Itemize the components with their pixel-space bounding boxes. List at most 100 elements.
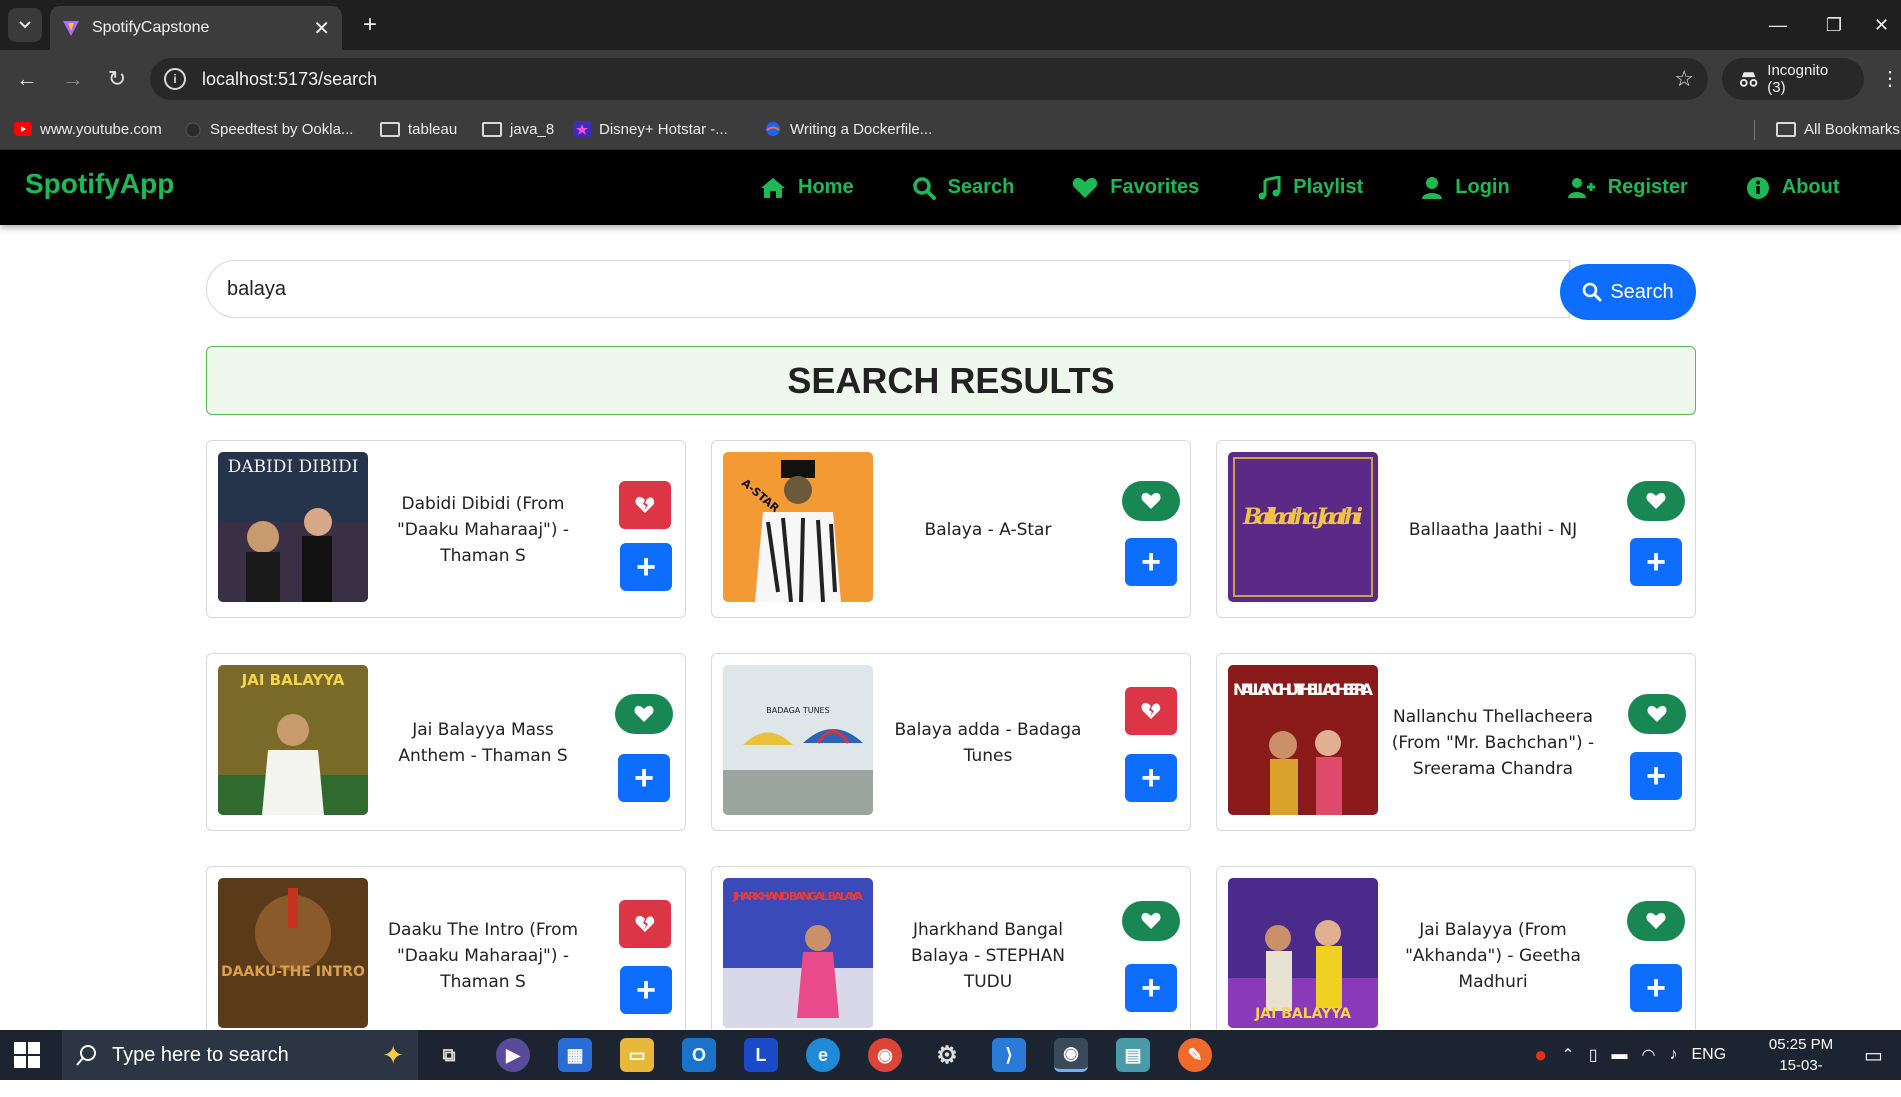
- cover-text: BADAGA TUNES: [766, 706, 829, 715]
- unfavorite-button[interactable]: [619, 900, 671, 948]
- add-to-playlist-button[interactable]: +: [618, 754, 670, 802]
- nav-search[interactable]: Search: [912, 176, 1014, 200]
- wifi-icon[interactable]: ◠: [1642, 1045, 1656, 1065]
- favorite-button[interactable]: [1122, 901, 1180, 941]
- chevron-down-icon: [19, 21, 31, 29]
- vite-favicon-icon: [63, 21, 79, 36]
- incognito-indicator[interactable]: Incognito (3): [1722, 58, 1864, 100]
- bookmark-item[interactable]: www.youtube.com: [14, 116, 162, 142]
- device-icon[interactable]: ▯: [1589, 1045, 1598, 1065]
- album-cover: DABIDI DIBIDI: [218, 452, 368, 602]
- bookmark-item[interactable]: Writing a Dockerfile...: [764, 116, 932, 142]
- add-to-playlist-button[interactable]: +: [1630, 538, 1682, 586]
- favorite-button[interactable]: [1628, 694, 1686, 734]
- outlook-icon[interactable]: O: [682, 1038, 716, 1072]
- volume-icon[interactable]: ♪: [1669, 1046, 1677, 1064]
- add-to-playlist-button[interactable]: +: [1125, 964, 1177, 1012]
- bookmarks-bar: www.youtube.com Speedtest by Ookla... ta…: [0, 108, 1901, 150]
- site-info-icon[interactable]: i: [164, 68, 186, 90]
- cover-text: NALLANCHU THELLACHEERA: [1233, 680, 1374, 699]
- new-tab-button[interactable]: +: [355, 10, 385, 40]
- antivirus-icon[interactable]: ●: [1534, 1042, 1547, 1068]
- minimize-button[interactable]: —: [1750, 0, 1806, 50]
- microsoft-store-icon[interactable]: ▦: [558, 1038, 592, 1072]
- notepad-icon[interactable]: ▤: [1116, 1038, 1150, 1072]
- postman-icon[interactable]: ✎: [1178, 1038, 1212, 1072]
- album-cover: JAI BALAYYA: [1228, 878, 1378, 1028]
- search-button[interactable]: Search: [1560, 264, 1696, 320]
- taskbar-search-box[interactable]: Type here to search ✦: [62, 1030, 418, 1080]
- album-cover: NALLANCHU THELLACHEERA: [1228, 665, 1378, 815]
- favorite-button[interactable]: [1122, 481, 1180, 521]
- album-cover: Ballaatha Jaathi: [1228, 452, 1378, 602]
- search-input[interactable]: [206, 260, 1570, 318]
- chevron-up-icon[interactable]: ⌃: [1561, 1045, 1574, 1065]
- unfavorite-button[interactable]: [619, 481, 671, 529]
- heart-icon: [1646, 492, 1666, 509]
- add-to-playlist-button[interactable]: +: [1125, 538, 1177, 586]
- app-brand[interactable]: SpotifyApp: [25, 168, 174, 200]
- tab-search-button[interactable]: [8, 8, 42, 42]
- bookmark-star-icon[interactable]: ☆: [1674, 66, 1694, 92]
- reload-button[interactable]: ↻: [100, 62, 134, 96]
- close-window-button[interactable]: ✕: [1862, 0, 1901, 50]
- nav-playlist[interactable]: Playlist: [1257, 175, 1364, 200]
- song-title: Nallanchu Thellacheera (From "Mr. Bachch…: [1391, 707, 1595, 779]
- bookmark-item[interactable]: Speedtest by Ookla...: [184, 116, 353, 142]
- task-view-icon[interactable]: ⧉: [432, 1038, 466, 1072]
- add-to-playlist-button[interactable]: +: [1125, 754, 1177, 802]
- nav-register[interactable]: Register: [1567, 176, 1688, 199]
- song-card: NALLANCHU THELLACHEERA Nallanchu Thellac…: [1216, 653, 1696, 831]
- nav-login[interactable]: Login: [1421, 176, 1510, 200]
- nav-favorites[interactable]: Favorites: [1072, 176, 1199, 199]
- add-to-playlist-button[interactable]: +: [1630, 964, 1682, 1012]
- heart-icon: [1073, 177, 1098, 198]
- song-card: BADAGA TUNES Balaya adda - Badaga Tunes …: [711, 653, 1191, 831]
- nav-about[interactable]: About: [1746, 176, 1840, 200]
- add-to-playlist-button[interactable]: +: [620, 543, 672, 591]
- taskbar-clock[interactable]: 05:25 PM 15-03-2025: [1766, 1034, 1836, 1097]
- search-icon: [912, 176, 936, 200]
- chrome-icon[interactable]: ◉: [868, 1038, 902, 1072]
- favorite-button[interactable]: [1627, 901, 1685, 941]
- song-title: Balaya - A-Star: [924, 520, 1052, 540]
- add-to-playlist-button[interactable]: +: [620, 966, 672, 1014]
- add-to-playlist-button[interactable]: +: [1630, 752, 1682, 800]
- bookmark-folder[interactable]: tableau: [380, 116, 457, 142]
- vscode-icon[interactable]: ⟩: [992, 1038, 1026, 1072]
- restore-button[interactable]: ❐: [1806, 0, 1862, 50]
- edge-icon[interactable]: e: [806, 1038, 840, 1072]
- cover-text: JHARKHAND BANGAL BALAYA: [732, 890, 863, 903]
- favorite-button[interactable]: [615, 694, 673, 734]
- song-title: Jai Balayya Mass Anthem - Thaman S: [398, 720, 568, 766]
- app-navbar: SpotifyApp Home Search Favorites Playlis…: [0, 150, 1901, 225]
- back-button[interactable]: ←: [10, 62, 44, 96]
- forward-button[interactable]: →: [56, 62, 90, 96]
- favorite-button[interactable]: [1627, 481, 1685, 521]
- media-player-icon[interactable]: ▶: [496, 1038, 530, 1072]
- file-explorer-icon[interactable]: ▭: [620, 1038, 654, 1072]
- browser-tab[interactable]: SpotifyCapstone ✕: [50, 6, 342, 50]
- nav-label: About: [1781, 176, 1840, 198]
- bookmark-folder[interactable]: java_8: [482, 116, 554, 142]
- close-tab-icon[interactable]: ✕: [313, 16, 330, 41]
- album-cover: A-STAR: [723, 452, 873, 602]
- language-indicator[interactable]: ENG: [1691, 1046, 1726, 1064]
- browser-menu-icon[interactable]: ⋮: [1880, 64, 1900, 94]
- nav-label: Login: [1455, 176, 1510, 198]
- app-l-icon[interactable]: L: [744, 1038, 778, 1072]
- windows-start-icon[interactable]: [14, 1042, 40, 1068]
- bookmark-item[interactable]: Disney+ Hotstar -...: [573, 116, 728, 142]
- notification-icon[interactable]: ▭: [1864, 1030, 1883, 1080]
- settings-icon[interactable]: ⚙: [930, 1038, 964, 1072]
- nav-label: Playlist: [1293, 176, 1364, 198]
- unfavorite-button[interactable]: [1125, 687, 1177, 735]
- heart-icon: [1141, 912, 1161, 929]
- nav-home[interactable]: Home: [760, 176, 854, 199]
- all-bookmarks-button[interactable]: All Bookmarks: [1776, 116, 1900, 142]
- chrome-incognito-icon[interactable]: ◉: [1054, 1038, 1088, 1072]
- bookmark-label: Disney+ Hotstar -...: [599, 120, 728, 138]
- song-card: JAI BALAYYA Jai Balayya (From "Akhanda")…: [1216, 866, 1696, 1030]
- address-bar[interactable]: i localhost:5173/search ☆: [150, 58, 1708, 100]
- battery-icon[interactable]: ▬: [1612, 1046, 1628, 1064]
